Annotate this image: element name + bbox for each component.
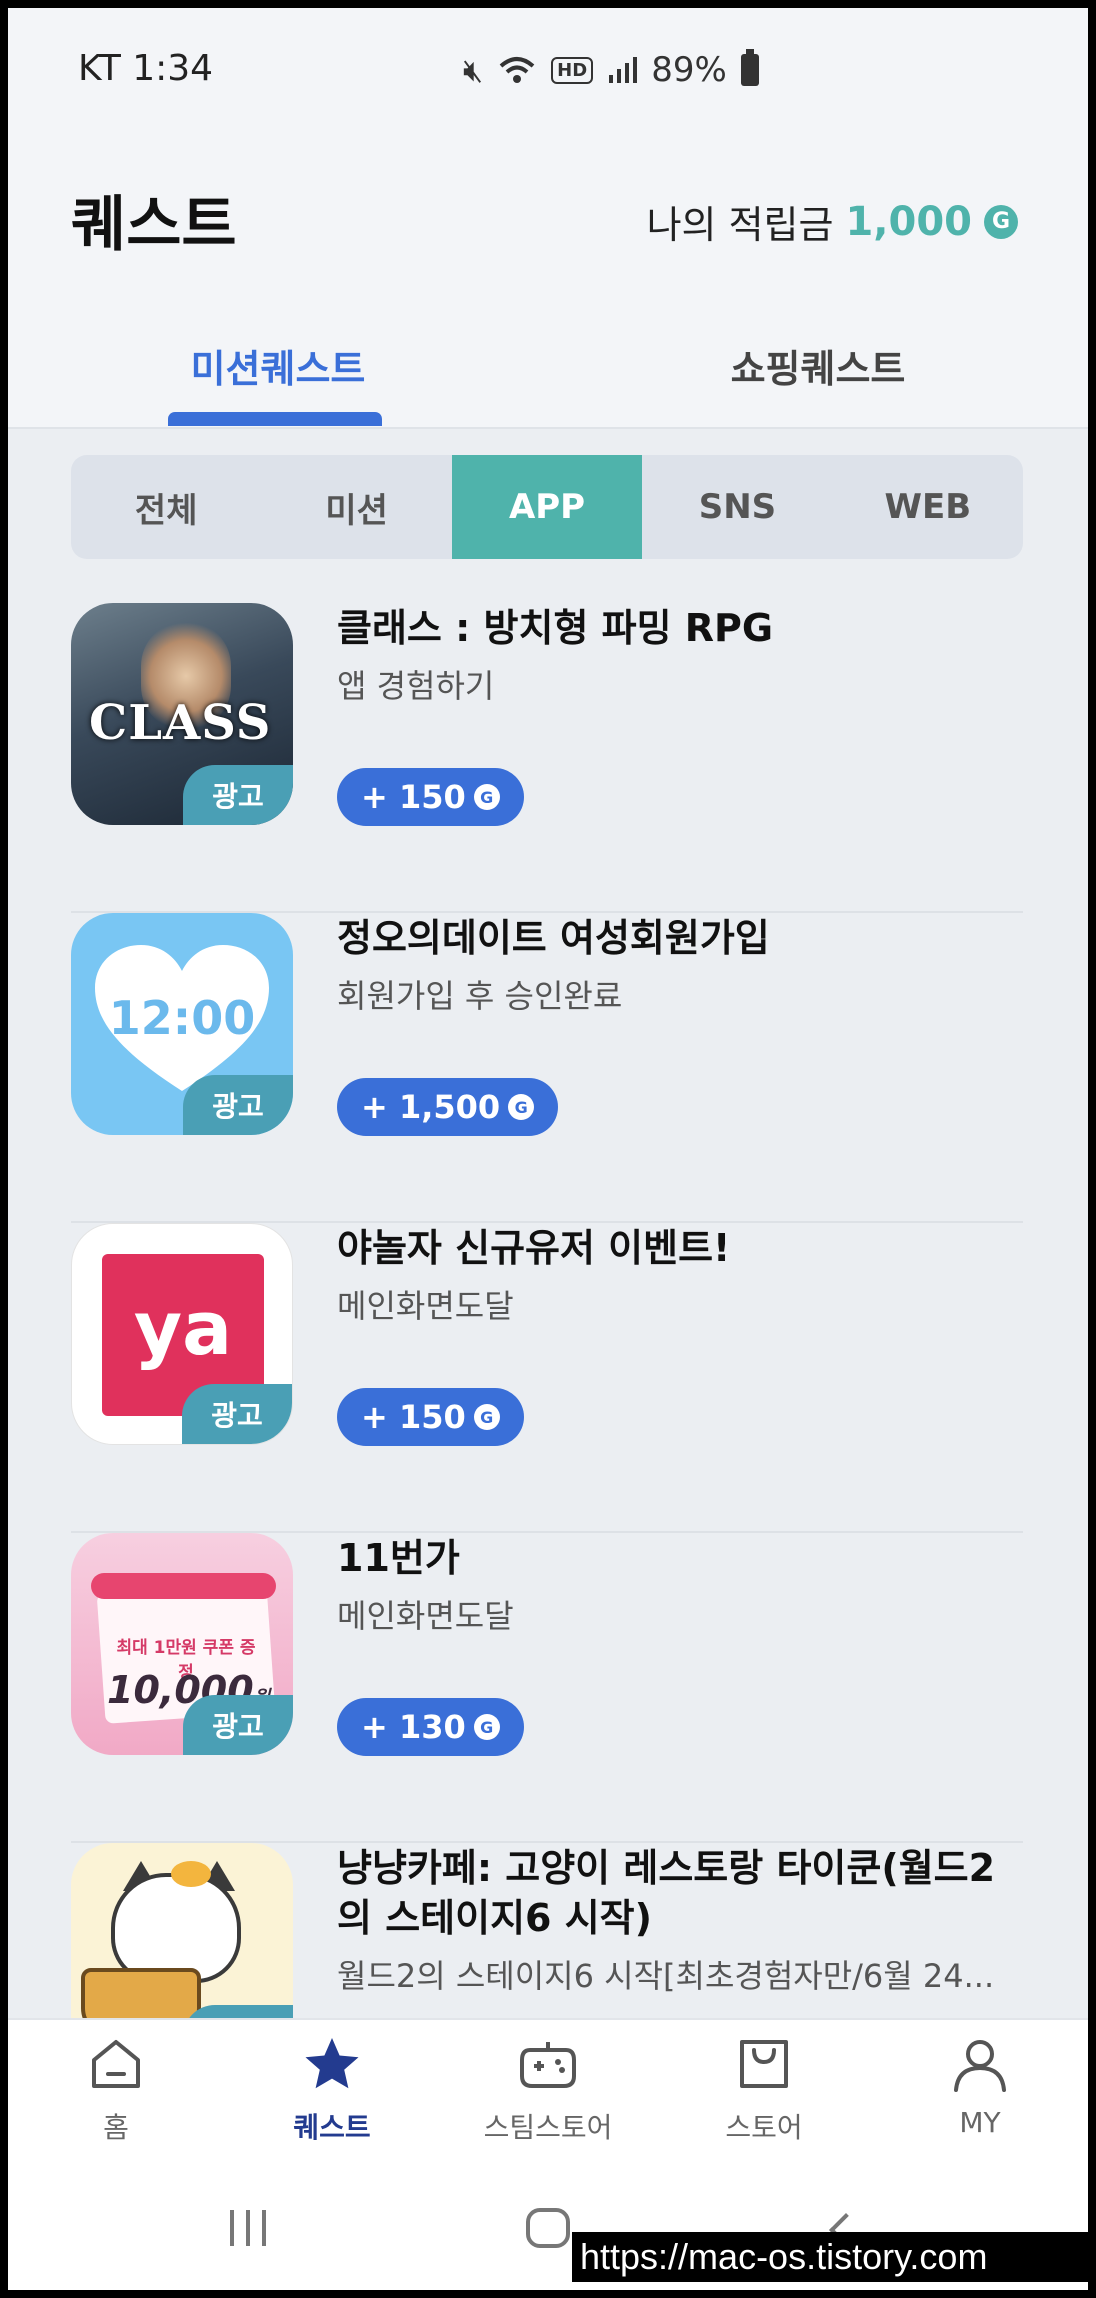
quest-tabs: 미션퀘스트 쇼핑퀘스트 [8,318,1088,428]
tab-shopping-quest[interactable]: 쇼핑퀘스트 [548,338,1088,393]
points-summary[interactable]: 나의 적립금 1,000 G [647,194,1018,249]
quest-title: 클래스 : 방치형 파밍 RPG [337,606,774,650]
filter-chip-app[interactable]: APP [451,455,643,559]
status-bar: KT 1:34 🔇︎ HD 89% [8,8,1088,128]
nav-steam-store-label: 스팀스토어 [483,2111,613,2144]
star-icon [305,2038,359,2089]
mute-icon: 🔇︎ [463,50,484,89]
hd-icon: HD [551,56,594,84]
home-icon [92,2040,140,2088]
reward-amount: + 1,500 [361,1088,501,1126]
quest-title: 정오의데이트 여성회원가입 [337,916,770,960]
status-carrier-time: KT 1:34 [78,48,214,89]
ad-badge: 광고 [183,765,293,825]
wifi-icon [499,57,535,83]
reward-button[interactable]: + 130 G [337,1698,524,1756]
points-label: 나의 적립금 [646,203,834,247]
coin-icon: G [473,784,500,810]
reward-button[interactable]: + 150 G [337,768,524,826]
date-app-icon: 12:00 광고 [71,913,293,1135]
quest-desc: 회원가입 후 승인완료 [337,977,623,1015]
battery-percent: 89% [651,50,727,90]
points-value: 1,000 [845,198,972,245]
reward-amount: + 150 [361,778,466,816]
quest-title: 냥냥카페: 고양이 레스토랑 타이쿤(월드2의 스테이지6 시작) [337,1846,996,1940]
class-wordmark: CLASS [89,695,272,751]
bottom-nav: 홈 퀘스트 스팀스토어 스토어 MY [8,2018,1088,2178]
quest-title: 11번가 [337,1536,460,1580]
filter-chip-sns[interactable]: SNS [642,455,832,559]
reward-amount: + 130 [361,1708,466,1746]
status-icons: 🔇︎ HD 89% [463,49,759,90]
yanolja-icon: ya 광고 [71,1223,293,1445]
date-app-clock-text: 12:00 [108,991,256,1045]
quest-desc: 메인화면도달 [337,1597,514,1635]
nav-home[interactable]: 홈 [8,2020,224,2178]
signal-icon [609,57,638,83]
quest-desc: 월드2의 스테이지6 시작[최초경험자만/6월 24... [337,1957,995,1995]
quest-item[interactable]: ya 광고 야놀자 신규유저 이벤트! 메인화면도달 + 150 G [71,1223,1023,1533]
tab-active-indicator [168,412,382,426]
nav-quest[interactable]: 퀘스트 [224,2020,440,2178]
quest-desc: 앱 경험하기 [337,667,495,705]
recent-apps-button[interactable] [230,2210,266,2246]
filter-chip-mission[interactable]: 미션 [261,455,451,559]
coin-icon: G [473,1714,500,1740]
class-game-icon: CLASS 광고 [71,603,293,825]
ad-badge: 광고 [182,1384,292,1444]
ad-badge: 광고 [183,1075,293,1135]
quest-item[interactable]: 최대 1만원 쿠폰 증정 10,000원 광고 11번가 메인화면도달 + 13… [71,1533,1023,1843]
nav-quest-label: 퀘스트 [293,2111,371,2144]
quest-desc: 메인화면도달 [337,1287,514,1325]
app-screen: KT 1:34 🔇︎ HD 89% 퀘스트 나의 적립금 1,000 G 미션퀘… [8,8,1088,2290]
nav-store-label: 스토어 [725,2111,803,2144]
nav-store[interactable]: 스토어 [656,2020,872,2178]
11st-icon: 최대 1만원 쿠폰 증정 10,000원 광고 [71,1533,293,1755]
nav-my[interactable]: MY [872,2020,1088,2178]
coin-icon: G [473,1404,500,1430]
quest-title: 야놀자 신규유저 이벤트! [337,1226,731,1270]
home-button[interactable] [526,2208,570,2248]
category-filter: 전체 미션 APP SNS WEB [71,455,1023,559]
person-icon [954,2040,1006,2092]
battery-icon [740,49,759,86]
ad-badge: 광고 [183,1695,293,1755]
nav-my-label: MY [959,2106,1001,2139]
watermark: https://mac-os.tistory.com [572,2232,1088,2282]
header: 퀘스트 나의 적립금 1,000 G 미션퀘스트 쇼핑퀘스트 [8,128,1088,429]
quest-list: CLASS 광고 클래스 : 방치형 파밍 RPG 앱 경험하기 + 150 G… [71,603,1023,2153]
yanolja-logo-text: ya [133,1286,233,1372]
tab-mission-quest[interactable]: 미션퀘스트 [8,338,548,393]
gamepad-icon [520,2042,576,2088]
quest-item[interactable]: 12:00 광고 정오의데이트 여성회원가입 회원가입 후 승인완료 + 1,5… [71,913,1023,1223]
shopping-bag-icon [740,2040,788,2088]
nav-steam-store[interactable]: 스팀스토어 [440,2020,656,2178]
filter-chip-web[interactable]: WEB [833,455,1023,559]
coin-icon: G [508,1094,535,1120]
page-title: 퀘스트 [71,190,237,260]
header-divider [8,427,1088,429]
quest-item[interactable]: CLASS 광고 클래스 : 방치형 파밍 RPG 앱 경험하기 + 150 G [71,603,1023,913]
reward-amount: + 150 [361,1398,466,1436]
coin-icon: G [984,204,1018,239]
filter-chip-all[interactable]: 전체 [71,455,261,559]
nav-home-label: 홈 [103,2111,129,2144]
reward-button[interactable]: + 1,500 G [337,1078,559,1136]
reward-button[interactable]: + 150 G [337,1388,524,1446]
